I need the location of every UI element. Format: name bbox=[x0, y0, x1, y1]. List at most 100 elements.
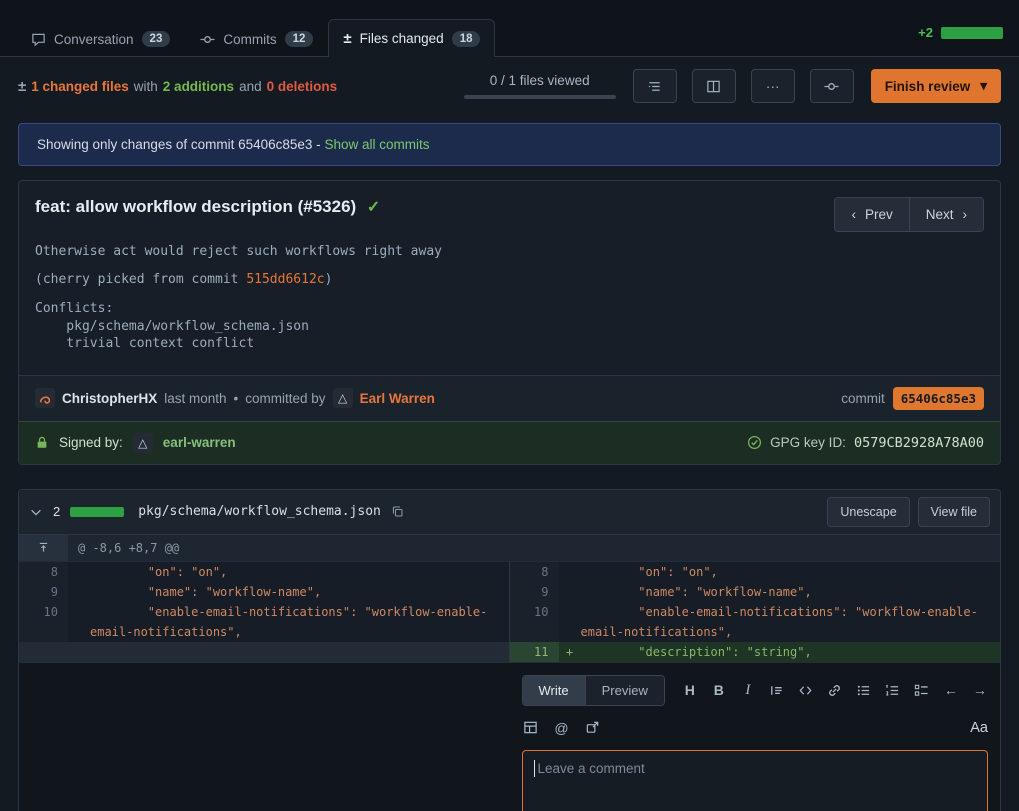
tab-commits-label: Commits bbox=[223, 32, 276, 47]
gpg-key-label: GPG key ID: bbox=[770, 435, 846, 450]
diff-filler-line bbox=[19, 642, 509, 662]
files-count-badge: 18 bbox=[452, 31, 481, 47]
finish-review-button[interactable]: Finish review ▾ bbox=[871, 69, 1001, 103]
bold-icon[interactable]: B bbox=[710, 681, 728, 699]
diff-options-button[interactable]: ··· bbox=[751, 69, 795, 103]
tab-files-label: Files changed bbox=[360, 31, 444, 46]
commit-pager: ‹ Prev Next › bbox=[834, 197, 984, 232]
signer-link[interactable]: earl-warren bbox=[163, 435, 236, 450]
file-tree-toggle-button[interactable] bbox=[633, 69, 677, 103]
line-code: "enable-email-notifications": "workflow-… bbox=[581, 602, 1001, 642]
hunk-header-text: @ -8,6 +8,7 @@ bbox=[68, 535, 189, 561]
diff-line-added: 11 + "description": "string", bbox=[510, 642, 1001, 662]
line-number[interactable]: 10 bbox=[510, 602, 559, 642]
expand-hunk-button[interactable] bbox=[19, 535, 68, 561]
conversation-count-badge: 23 bbox=[142, 31, 171, 47]
tab-conversation-label: Conversation bbox=[54, 32, 134, 47]
next-commit-button[interactable]: Next › bbox=[910, 198, 983, 231]
collapse-file-icon[interactable] bbox=[29, 505, 43, 519]
author-avatar[interactable] bbox=[35, 388, 55, 408]
prev-label: Prev bbox=[865, 207, 893, 222]
editor-toolbar: Write Preview H B I bbox=[522, 675, 989, 706]
line-code: "description": "string", bbox=[581, 642, 1001, 662]
code-icon[interactable] bbox=[797, 681, 815, 699]
tab-files-changed[interactable]: ± Files changed 18 bbox=[328, 19, 495, 57]
commit-card: feat: allow workflow description (#5326)… bbox=[18, 180, 1001, 465]
file-name[interactable]: pkg/schema/workflow_schema.json bbox=[138, 504, 381, 519]
files-viewed-label: 0 / 1 files viewed bbox=[464, 73, 616, 88]
commit-meta-bar: ChristopherHX last month • committed by … bbox=[19, 375, 1000, 421]
tab-commits[interactable]: Commits 12 bbox=[185, 20, 328, 57]
line-number[interactable]: 10 bbox=[19, 602, 68, 642]
banner-text: Showing only changes of commit 65406c85e… bbox=[37, 137, 321, 152]
tab-write[interactable]: Write bbox=[523, 676, 585, 705]
view-file-button[interactable]: View file bbox=[918, 497, 990, 527]
committer-name[interactable]: Earl Warren bbox=[360, 391, 435, 406]
next-label: Next bbox=[926, 207, 954, 222]
line-code: "name": "workflow-name", bbox=[581, 582, 1001, 602]
line-sign bbox=[68, 602, 90, 642]
mention-icon[interactable]: @ bbox=[553, 719, 571, 737]
diff-line: 10 "enable-email-notifications": "workfl… bbox=[19, 602, 509, 642]
line-number[interactable]: 9 bbox=[19, 582, 68, 602]
ellipsis-icon: ··· bbox=[766, 78, 780, 94]
line-number[interactable]: 8 bbox=[19, 562, 68, 582]
file-diffstat-bar bbox=[70, 507, 124, 517]
line-sign bbox=[559, 602, 581, 642]
commit-filter-banner: Showing only changes of commit 65406c85e… bbox=[18, 123, 1001, 166]
quote-icon[interactable] bbox=[768, 681, 786, 699]
files-viewed-progress bbox=[464, 95, 616, 99]
line-code: "on": "on", bbox=[90, 562, 509, 582]
commit-time: last month bbox=[164, 391, 226, 406]
unescape-button[interactable]: Unescape bbox=[827, 497, 909, 527]
commit-sha-badge[interactable]: 65406c85e3 bbox=[893, 387, 984, 410]
line-number[interactable]: 8 bbox=[510, 562, 559, 582]
link-icon[interactable] bbox=[826, 681, 844, 699]
committer-avatar[interactable]: △ bbox=[333, 388, 353, 408]
line-sign bbox=[559, 582, 581, 602]
task-list-icon[interactable] bbox=[913, 681, 931, 699]
split-view-button[interactable] bbox=[692, 69, 736, 103]
committed-by-text: committed by bbox=[245, 391, 325, 406]
unordered-list-icon[interactable] bbox=[855, 681, 873, 699]
italic-icon[interactable]: I bbox=[739, 681, 757, 699]
commit-select-button[interactable] bbox=[810, 69, 854, 103]
editor-mode-tabs: Write Preview bbox=[522, 675, 665, 706]
line-code: "name": "workflow-name", bbox=[90, 582, 509, 602]
commit-title: feat: allow workflow description (#5326)… bbox=[35, 197, 380, 217]
line-number[interactable]: 9 bbox=[510, 582, 559, 602]
commit-title-text: feat: allow workflow description (#5326) bbox=[35, 197, 356, 216]
line-number[interactable]: 11 bbox=[510, 642, 559, 662]
line-sign bbox=[559, 562, 581, 582]
avatar-curl-icon bbox=[38, 391, 52, 405]
ordered-list-icon[interactable] bbox=[884, 681, 902, 699]
tab-conversation[interactable]: Conversation 23 bbox=[16, 20, 185, 57]
cherry-sha-link[interactable]: 515dd6612c bbox=[246, 272, 324, 287]
signer-avatar[interactable]: △ bbox=[133, 433, 153, 453]
indent-icon[interactable]: → bbox=[971, 681, 989, 699]
diff-icon: ± bbox=[343, 30, 351, 47]
reference-icon[interactable] bbox=[584, 719, 602, 737]
diff-line: 8 "on": "on", bbox=[19, 562, 509, 582]
tab-preview[interactable]: Preview bbox=[585, 676, 664, 705]
author-name[interactable]: ChristopherHX bbox=[62, 391, 157, 406]
line-code: "on": "on", bbox=[581, 562, 1001, 582]
diffstat-bar bbox=[941, 27, 1003, 39]
heading-icon[interactable]: H bbox=[681, 681, 699, 699]
diff-left-column: 8 "on": "on", 9 "name": "workflow-name",… bbox=[19, 562, 510, 662]
copy-path-icon[interactable] bbox=[391, 505, 404, 518]
comment-textarea[interactable] bbox=[522, 750, 989, 811]
prev-commit-button[interactable]: ‹ Prev bbox=[835, 198, 909, 231]
commit-header: feat: allow workflow description (#5326)… bbox=[19, 181, 1000, 238]
show-all-commits-link[interactable]: Show all commits bbox=[324, 137, 429, 152]
line-sign bbox=[68, 562, 90, 582]
split-diff: 8 "on": "on", 9 "name": "workflow-name",… bbox=[19, 562, 1000, 662]
commit-conflicts-block: Conflicts: pkg/schema/workflow_schema.js… bbox=[35, 300, 984, 353]
changed-files-link[interactable]: 1 changed files bbox=[31, 79, 129, 94]
outdent-icon[interactable]: ← bbox=[942, 681, 960, 699]
diff-line: 9 "name": "workflow-name", bbox=[19, 582, 509, 602]
table-icon[interactable] bbox=[522, 719, 540, 737]
ci-success-icon[interactable]: ✓ bbox=[367, 199, 380, 216]
chevron-left-icon: ‹ bbox=[851, 207, 856, 222]
font-size-toggle[interactable]: Aa bbox=[970, 720, 988, 736]
